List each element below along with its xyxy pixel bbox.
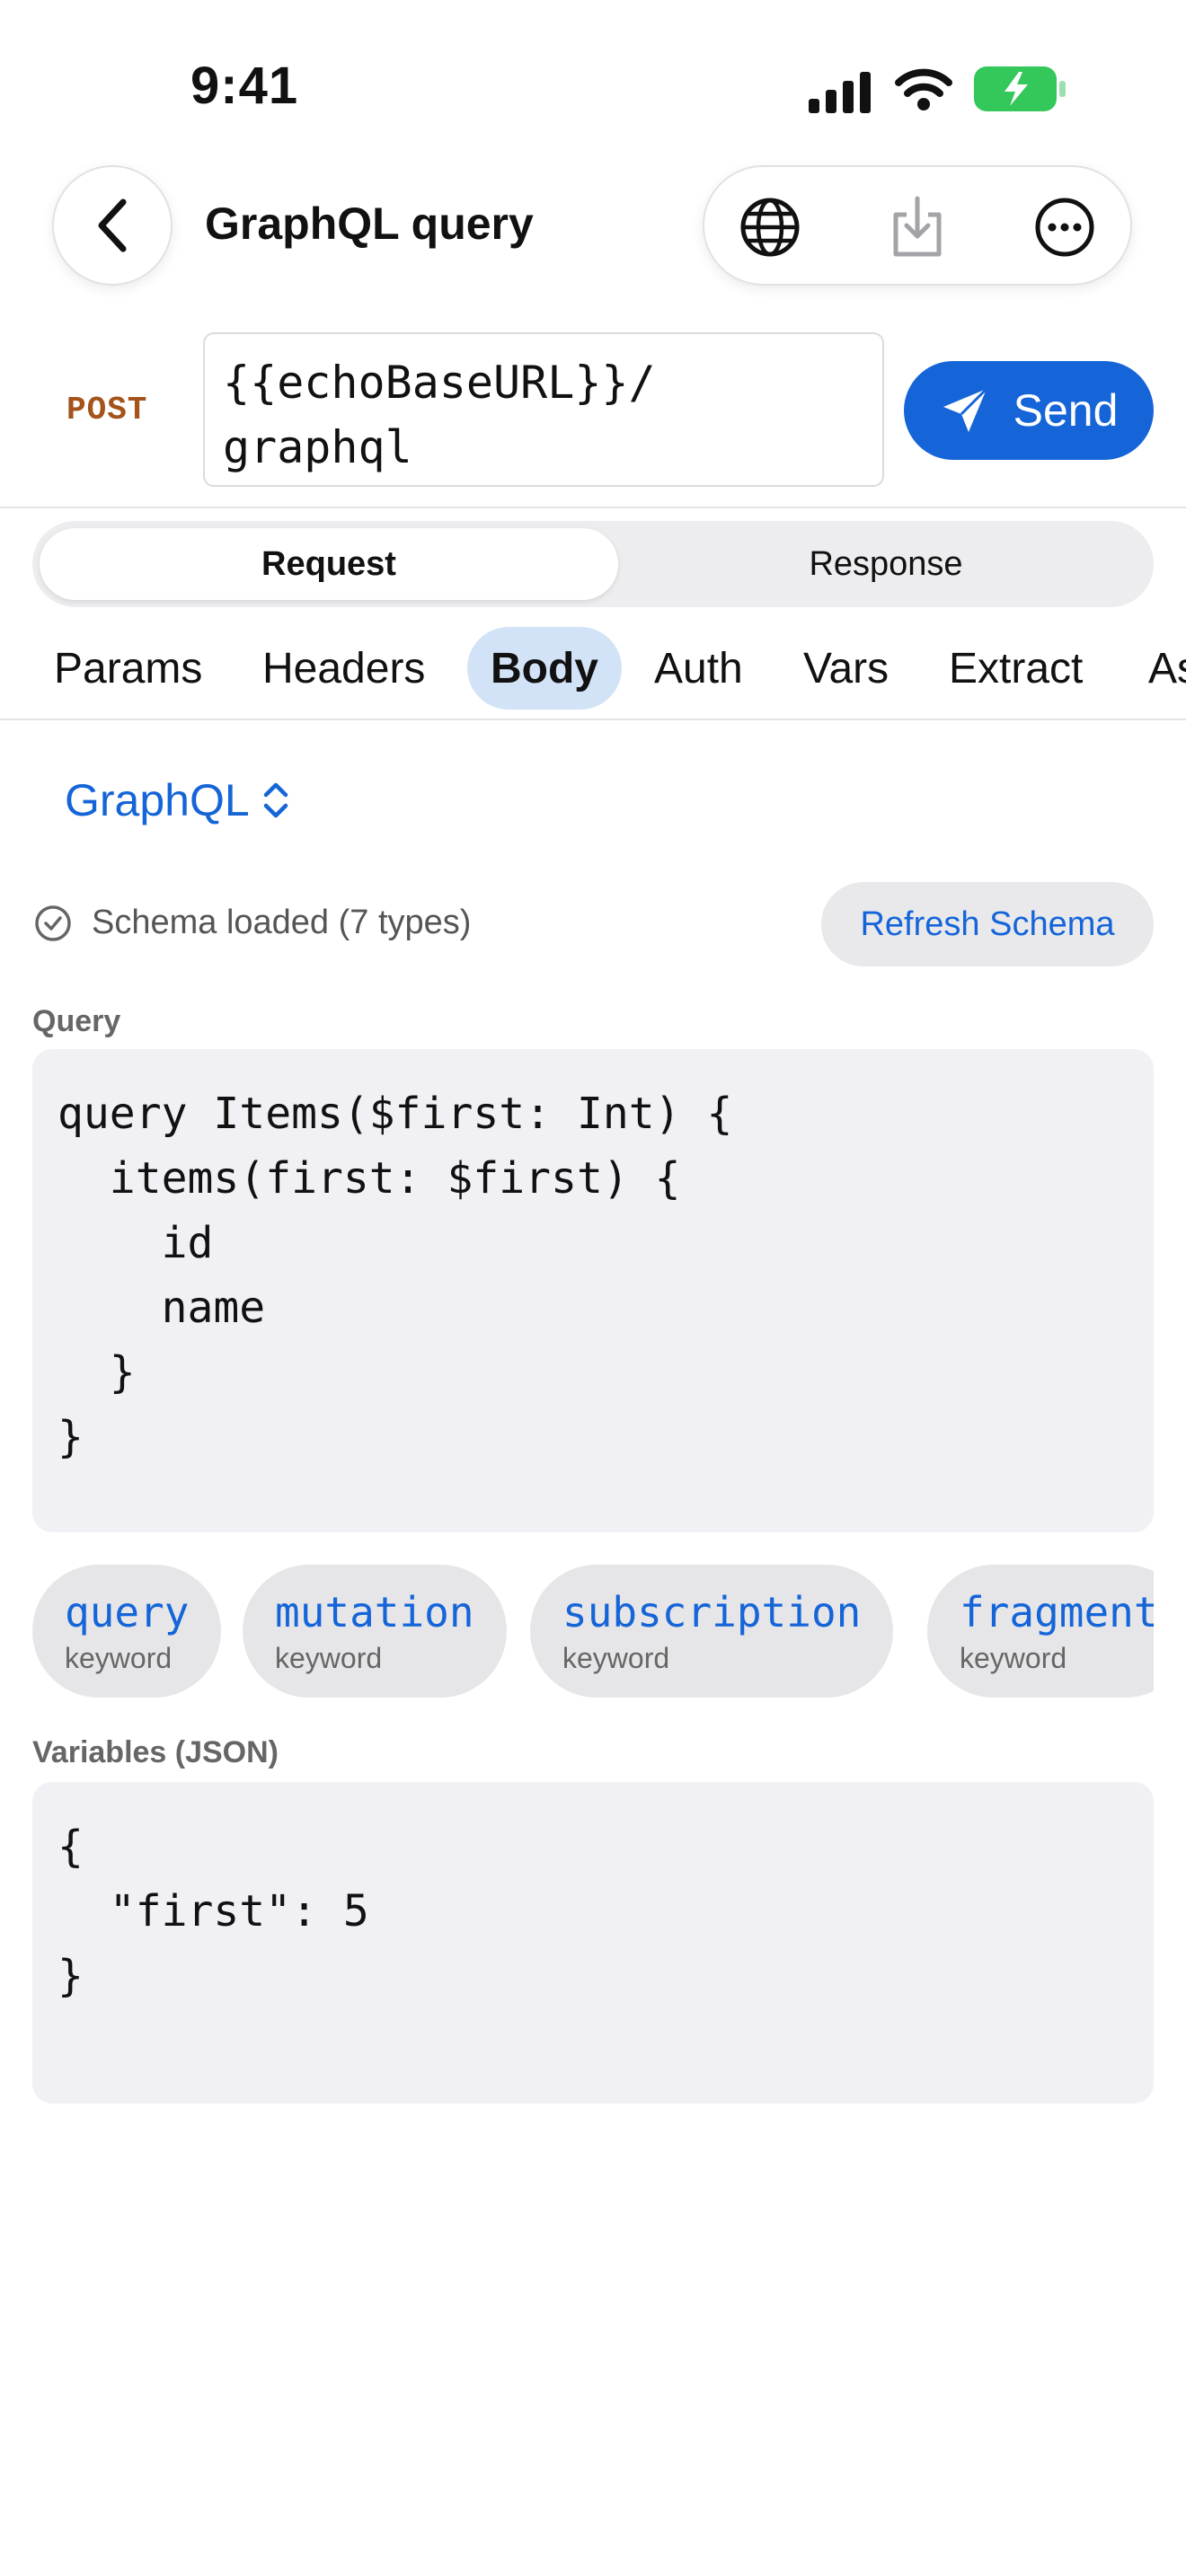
send-button[interactable]: Send: [904, 361, 1154, 460]
cellular-signal-icon: [809, 72, 871, 113]
body-type-label: GraphQL: [65, 775, 250, 825]
chip-kind: keyword: [960, 1642, 1067, 1674]
chip-kind: keyword: [65, 1642, 173, 1674]
tab-params[interactable]: Params: [54, 627, 202, 710]
tab-headers[interactable]: Headers: [262, 627, 425, 710]
chip-keyword: mutation: [275, 1588, 474, 1636]
chevron-up-down-icon: [263, 782, 288, 818]
tab-body[interactable]: Body: [467, 627, 622, 710]
chip-kind: keyword: [562, 1642, 670, 1674]
send-label: Send: [1013, 385, 1119, 436]
refresh-schema-button[interactable]: Refresh Schema: [821, 882, 1154, 966]
tab-vars[interactable]: Vars: [803, 627, 889, 710]
suggestion-chips: query keyword mutation keyword subscript…: [32, 1565, 1154, 1699]
wifi-icon: [895, 68, 952, 110]
chip-keyword: subscription: [562, 1588, 862, 1636]
suggestion-chip[interactable]: query keyword: [32, 1565, 222, 1698]
status-icons: [809, 63, 1069, 113]
segment-request[interactable]: Request: [40, 528, 618, 600]
body-type-picker[interactable]: GraphQL: [65, 774, 289, 826]
variables-label: Variables (JSON): [32, 1735, 279, 1769]
chip-keyword: fragment: [960, 1588, 1154, 1636]
globe-icon: [740, 198, 800, 257]
download-icon: [893, 196, 942, 257]
paper-plane-icon: [943, 387, 987, 432]
divider: [0, 507, 1186, 508]
battery-charging-icon: [974, 66, 1066, 111]
chip-kind: keyword: [275, 1642, 383, 1674]
request-response-segmented-control: Request Response: [32, 521, 1154, 607]
page-title: GraphQL query: [205, 198, 534, 249]
divider: [0, 719, 1186, 720]
http-method-selector[interactable]: POST: [66, 392, 147, 428]
schema-status: Schema loaded (7 types): [34, 904, 471, 942]
more-button[interactable]: [1031, 194, 1098, 260]
query-editor[interactable]: query Items($first: Int) { items(first: …: [32, 1049, 1154, 1532]
query-label: Query: [32, 1004, 121, 1038]
url-input[interactable]: {{echoBaseURL}}/ graphql: [203, 332, 884, 487]
request-tabs: Params Headers Body Auth Vars Extract As: [0, 623, 1186, 717]
more-ellipsis-icon: [1035, 198, 1094, 257]
segment-response[interactable]: Response: [625, 528, 1146, 600]
back-chevron-icon: [98, 198, 127, 252]
checkmark-circle-icon: [35, 904, 71, 941]
suggestion-chip[interactable]: mutation keyword: [243, 1565, 507, 1698]
suggestion-chip[interactable]: fragment keyword: [927, 1565, 1154, 1698]
schema-status-text: Schema loaded (7 types): [92, 904, 472, 941]
download-button[interactable]: [884, 194, 951, 260]
url-text-line-1: {{echoBaseURL}}/: [223, 357, 656, 409]
nav-actions-group: [703, 165, 1132, 286]
globe-button[interactable]: [737, 194, 803, 260]
variables-editor[interactable]: { "first": 5 }: [32, 1782, 1154, 2104]
back-button[interactable]: [52, 165, 173, 286]
url-text-line-2: graphql: [223, 421, 412, 473]
tab-assertions[interactable]: As: [1148, 627, 1186, 710]
suggestion-chip[interactable]: subscription keyword: [530, 1565, 894, 1698]
status-time: 9:41: [190, 57, 299, 115]
chip-keyword: query: [65, 1588, 190, 1636]
tab-extract[interactable]: Extract: [949, 627, 1083, 710]
tab-auth[interactable]: Auth: [654, 627, 743, 710]
